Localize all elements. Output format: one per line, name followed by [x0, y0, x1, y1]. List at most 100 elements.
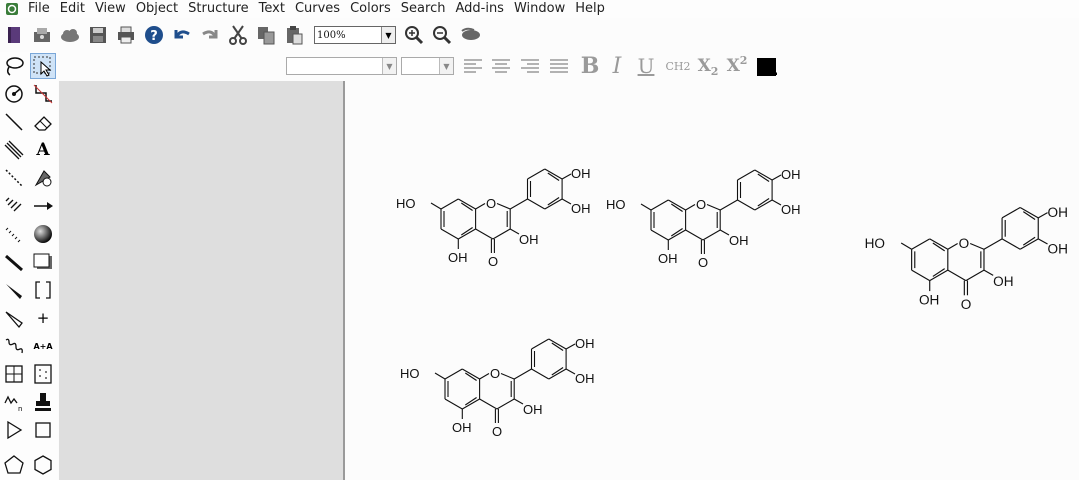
zoom-out-button[interactable] — [428, 22, 456, 48]
cloud-button[interactable] — [56, 22, 84, 48]
open-button[interactable] — [28, 22, 56, 48]
molecule-structure-4[interactable]: HO O OH OH OH OH O — [397, 329, 597, 439]
eraser-tool[interactable] — [30, 109, 56, 135]
font-size-select[interactable]: ▼ — [401, 57, 454, 75]
atom-label-carbonyl-o: O — [488, 254, 498, 269]
bracket-icon — [35, 281, 51, 299]
color-swatch-icon — [757, 58, 777, 76]
orbital-n-label: n — [18, 405, 22, 413]
marquee-select-tool[interactable] — [30, 53, 56, 79]
molecule-structure-2[interactable]: HO O OH OH OH OH O — [603, 160, 803, 270]
pentagon-ring-tool[interactable] — [1, 452, 27, 478]
hashed-bond-tool[interactable] — [1, 221, 27, 247]
redo-button[interactable] — [196, 22, 224, 48]
zoom-select[interactable]: 100% ▼ — [314, 26, 396, 44]
single-bond-tool[interactable] — [1, 109, 27, 135]
tlc-plate-tool[interactable] — [30, 361, 56, 387]
superscript-base: X — [726, 56, 740, 76]
help-button[interactable]: ? — [140, 22, 168, 48]
menu-object[interactable]: Object — [132, 0, 184, 18]
menu-window[interactable]: Window — [510, 0, 571, 18]
new-document-button[interactable] — [0, 22, 28, 48]
paste-button[interactable] — [280, 22, 308, 48]
chemical-symbol-tool[interactable]: + — [30, 305, 56, 331]
menu-curves[interactable]: Curves — [291, 0, 346, 18]
stamp-icon — [35, 393, 51, 411]
hexagon-icon — [34, 455, 52, 475]
align-right-button[interactable] — [518, 55, 542, 77]
rotate-tool[interactable] — [1, 81, 27, 107]
molecule-bonds — [640, 169, 782, 255]
subscript-button[interactable]: X2 — [695, 55, 721, 78]
menu-add-ins[interactable]: Add-ins — [451, 0, 509, 18]
font-select[interactable]: ▼ — [286, 57, 397, 75]
align-center-icon — [492, 59, 510, 73]
zoom-in-button[interactable] — [400, 22, 428, 48]
wavy-bond-tool[interactable] — [1, 333, 27, 359]
drawing-element-tool[interactable] — [30, 249, 56, 275]
rename-atom-tool[interactable]: A+A — [30, 333, 56, 359]
drawing-canvas[interactable]: HO O OH OH OH OH O HO O OH OH OH OH O HO… — [345, 81, 1079, 480]
menu-colors[interactable]: Colors — [346, 0, 397, 18]
hexagon-ring-tool[interactable] — [30, 452, 56, 478]
square-ring-tool[interactable] — [30, 417, 56, 443]
triangle-ring-tool[interactable] — [1, 417, 27, 443]
formula-button[interactable]: CH2 — [664, 55, 692, 77]
cut-button[interactable] — [224, 22, 252, 48]
bond-chain-tool[interactable] — [30, 81, 56, 107]
save-button[interactable] — [84, 22, 112, 48]
chevron-down-icon[interactable]: ▼ — [439, 58, 453, 74]
arrow-tool[interactable] — [30, 193, 56, 219]
wedge-bond-tool[interactable] — [1, 277, 27, 303]
color-button[interactable] — [756, 55, 778, 77]
copy-button[interactable] — [252, 22, 280, 48]
pen-tool[interactable] — [30, 165, 56, 191]
bold-bond-icon — [5, 254, 23, 272]
menu-edit[interactable]: Edit — [56, 0, 91, 18]
template-tool[interactable] — [30, 389, 56, 415]
underline-button[interactable]: U — [634, 54, 658, 78]
undo-button[interactable] — [168, 22, 196, 48]
chevron-down-icon[interactable]: ▼ — [382, 58, 396, 74]
molecule-structure-1[interactable]: HO O OH OH OH OH O — [393, 159, 593, 269]
menu-structure[interactable]: Structure — [184, 0, 254, 18]
print-button[interactable] — [112, 22, 140, 48]
hashed-wedge-tool[interactable] — [1, 193, 27, 219]
align-left-button[interactable] — [461, 55, 485, 77]
lasso-tool[interactable] — [1, 53, 27, 79]
atom-label-oh-3: OH — [729, 233, 749, 248]
dashed-bond-tool[interactable] — [1, 165, 27, 191]
atom-label-ho: HO — [396, 196, 416, 211]
hollow-wedge-tool[interactable] — [1, 305, 27, 331]
molecule-structure-3[interactable]: HO O OH OH OH OH O — [861, 197, 1071, 312]
menu-view[interactable]: View — [91, 0, 132, 18]
table-tool[interactable] — [1, 361, 27, 387]
menu-text[interactable]: Text — [255, 0, 291, 18]
bold-bond-tool[interactable] — [1, 249, 27, 275]
table-icon — [5, 365, 23, 383]
bold-button[interactable]: B — [578, 53, 602, 79]
menu-bar: File Edit View Object Structure Text Cur… — [0, 0, 1079, 18]
spectrum-tool[interactable]: n — [1, 389, 27, 415]
document-background — [59, 81, 344, 480]
italic-button[interactable]: I — [606, 54, 628, 79]
align-center-button[interactable] — [489, 55, 513, 77]
orbital-tool[interactable] — [30, 221, 56, 247]
multiple-bond-tool[interactable] — [1, 137, 27, 163]
menu-file[interactable]: File — [24, 0, 56, 18]
atom-label-carbonyl-o: O — [698, 255, 708, 270]
app-logo-icon — [4, 1, 20, 17]
bracket-tool[interactable] — [30, 277, 56, 303]
atom-label-oh-3prime: OH — [781, 202, 801, 217]
hashed-wedge-icon — [5, 197, 22, 212]
chevron-down-icon[interactable]: ▼ — [381, 27, 395, 43]
zoom-in-icon — [405, 26, 424, 45]
menu-search[interactable]: Search — [397, 0, 452, 18]
align-justify-button[interactable] — [547, 55, 571, 77]
atom-label-oh-3prime: OH — [575, 371, 595, 386]
hide-button[interactable] — [456, 22, 484, 48]
atom-label-ho: HO — [400, 366, 420, 381]
superscript-button[interactable]: X2 — [724, 54, 750, 77]
menu-help[interactable]: Help — [571, 0, 611, 18]
text-tool[interactable]: A — [30, 137, 56, 163]
